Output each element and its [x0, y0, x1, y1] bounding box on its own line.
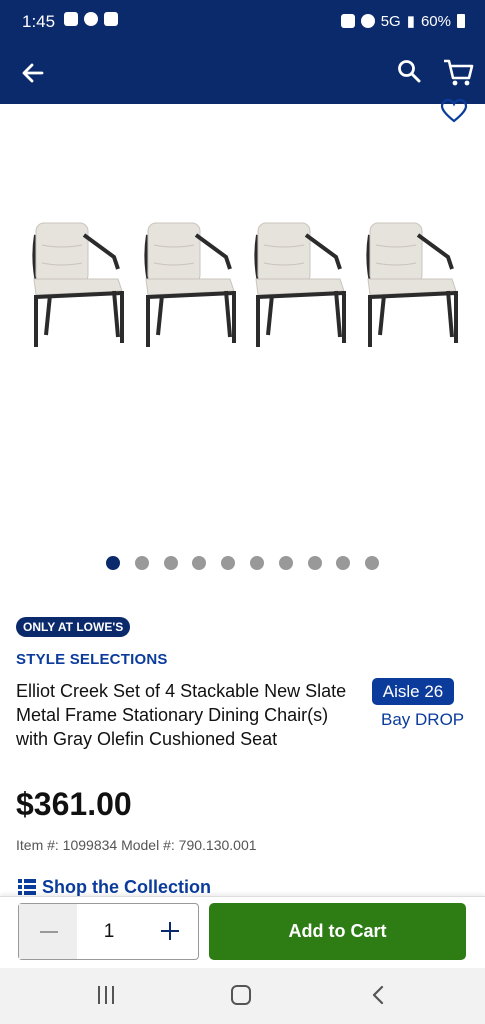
chair-image [32, 222, 124, 347]
search-icon[interactable] [396, 58, 422, 84]
add-to-cart-button[interactable]: Add to Cart [209, 903, 466, 960]
product-brand[interactable]: STYLE SELECTIONS [16, 651, 168, 668]
gallery-dot[interactable] [221, 556, 236, 570]
android-nav-bar [0, 968, 485, 1024]
gallery-pagination [0, 556, 485, 574]
nfc-icon [340, 14, 355, 28]
bay-label: Bay DROP [381, 710, 465, 729]
minus-icon [40, 931, 58, 933]
system-icons: 5G ▮ 60% [340, 12, 465, 30]
status-bar: 1:45 5G ▮ 60% [0, 0, 485, 40]
aisle-badge: Aisle 26 [372, 678, 454, 705]
chair-image [254, 222, 346, 347]
signal-icon: ▮ [406, 13, 415, 30]
gallery-dot[interactable] [134, 556, 149, 570]
purchase-bar: 1 Add to Cart [0, 896, 485, 968]
back-arrow-icon[interactable] [18, 58, 48, 88]
gallery-dot[interactable] [106, 556, 120, 570]
network-label: 5G [380, 12, 401, 30]
app-bar [0, 40, 485, 104]
battery-icon [457, 14, 465, 28]
message-icon [64, 12, 78, 26]
quantity-value[interactable]: 1 [77, 904, 141, 959]
chair-image [144, 222, 236, 347]
gallery-dot[interactable] [336, 556, 351, 570]
gallery-dot[interactable] [192, 556, 207, 570]
quantity-stepper: 1 [18, 903, 199, 960]
notification-icons [64, 12, 118, 26]
product-title: Elliot Creek Set of 4 Stackable New Slat… [16, 681, 347, 749]
product-price: $361.00 [16, 786, 132, 822]
gallery-dot[interactable] [365, 556, 380, 570]
nav-home-icon[interactable] [231, 985, 251, 1005]
messenger-icon [84, 12, 98, 26]
nav-back-icon[interactable] [368, 984, 388, 1006]
shop-collection-label: Shop the Collection [42, 877, 211, 896]
product-image-gallery[interactable] [0, 130, 485, 530]
gallery-dot[interactable] [278, 556, 293, 570]
nav-recents-icon[interactable] [96, 986, 116, 1004]
chair-image [366, 222, 458, 347]
battery-label: 60% [420, 12, 451, 30]
status-time: 1:45 [22, 12, 56, 31]
decrease-quantity-button[interactable] [19, 904, 77, 959]
gallery-dot[interactable] [307, 556, 322, 570]
mail-icon [104, 12, 118, 26]
item-model-numbers: Item #: 1099834 Model #: 790.130.001 [16, 837, 257, 853]
alarm-icon [360, 14, 375, 28]
cart-icon[interactable] [442, 56, 474, 88]
exclusive-badge: ONLY AT LOWE'S [16, 617, 131, 637]
heart-icon[interactable] [440, 98, 468, 124]
shop-collection-link[interactable]: Shop the Collection [16, 876, 485, 896]
gallery-dot[interactable] [250, 556, 264, 570]
gallery-dot[interactable] [163, 556, 178, 570]
increase-quantity-button[interactable] [141, 904, 199, 959]
collection-icon [18, 879, 36, 895]
